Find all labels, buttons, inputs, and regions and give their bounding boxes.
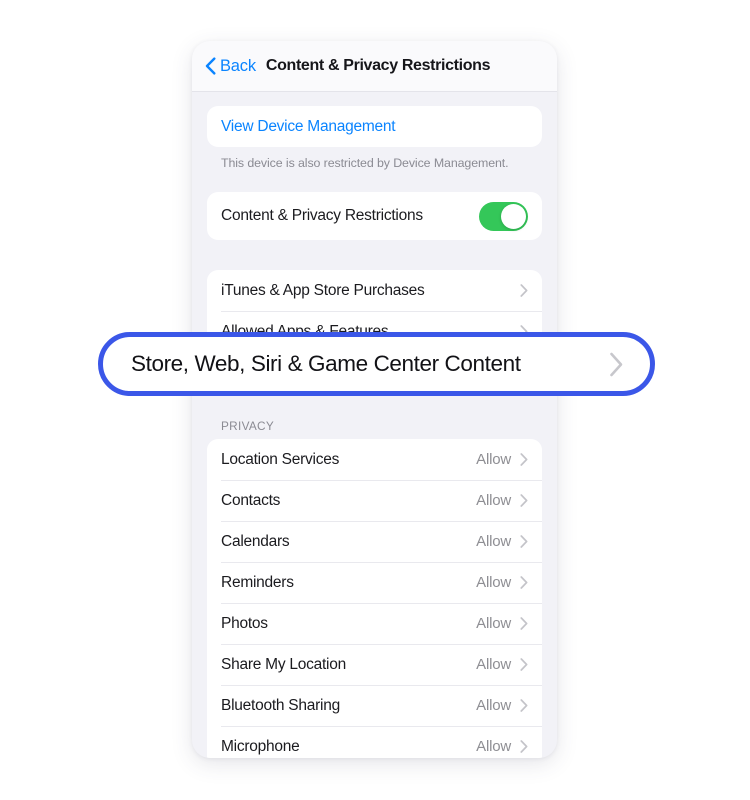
row-label: Microphone <box>221 737 300 755</box>
row-itunes-app-store-purchases[interactable]: iTunes & App Store Purchases <box>207 270 542 311</box>
view-device-management-label: View Device Management <box>221 117 396 135</box>
chevron-right-icon <box>520 617 528 630</box>
row-value: Allow <box>476 451 511 468</box>
chevron-right-icon <box>520 535 528 548</box>
row-location-services[interactable]: Location Services Allow <box>207 439 542 480</box>
navigation-bar: Back Content & Privacy Restrictions <box>192 41 557 92</box>
row-value: Allow <box>476 738 511 755</box>
row-value: Allow <box>476 533 511 550</box>
back-button[interactable]: Back <box>205 57 256 76</box>
row-label: iTunes & App Store Purchases <box>221 281 425 299</box>
highlighted-store-web-siri-game-center-content-button[interactable]: Store, Web, Siri & Game Center Content <box>98 332 655 396</box>
row-label: Photos <box>221 614 268 632</box>
toggle-knob <box>501 203 526 229</box>
chevron-right-icon <box>520 658 528 671</box>
row-calendars[interactable]: Calendars Allow <box>207 521 542 562</box>
row-label: Calendars <box>221 532 290 550</box>
callout-label: Store, Web, Siri & Game Center Content <box>131 351 521 376</box>
view-device-management-row[interactable]: View Device Management <box>207 106 542 147</box>
content-privacy-restrictions-toggle[interactable] <box>479 201 528 231</box>
chevron-right-icon <box>520 284 528 297</box>
back-label: Back <box>220 56 256 75</box>
content-privacy-restrictions-label: Content & Privacy Restrictions <box>221 207 423 224</box>
chevron-right-icon <box>520 699 528 712</box>
chevron-right-icon <box>520 453 528 466</box>
chevron-right-icon <box>520 576 528 589</box>
page-title: Content & Privacy Restrictions <box>265 57 491 74</box>
row-reminders[interactable]: Reminders Allow <box>207 562 542 603</box>
row-label: Share My Location <box>221 655 346 673</box>
device-management-footnote: This device is also restricted by Device… <box>221 156 509 170</box>
privacy-section-header: PRIVACY <box>221 419 275 433</box>
row-label: Bluetooth Sharing <box>221 696 340 714</box>
chevron-right-icon <box>520 740 528 753</box>
row-photos[interactable]: Photos Allow <box>207 603 542 644</box>
chevron-right-icon <box>520 494 528 507</box>
master-toggle-card: Content & Privacy Restrictions <box>207 192 542 240</box>
row-value: Allow <box>476 574 511 591</box>
row-value: Allow <box>476 656 511 673</box>
settings-content: View Device Management This device is al… <box>192 92 557 758</box>
settings-panel: Back Content & Privacy Restrictions View… <box>192 41 557 758</box>
row-value: Allow <box>476 615 511 632</box>
row-bluetooth-sharing[interactable]: Bluetooth Sharing Allow <box>207 685 542 726</box>
row-value: Allow <box>476 492 511 509</box>
chevron-left-icon <box>205 57 216 75</box>
row-label: Contacts <box>221 491 281 509</box>
chevron-right-icon <box>610 352 623 376</box>
row-value: Allow <box>476 697 511 714</box>
row-microphone[interactable]: Microphone Allow <box>207 726 542 758</box>
row-label: Reminders <box>221 573 294 591</box>
privacy-card: Location Services Allow Contacts Allow C… <box>207 439 542 758</box>
device-management-card: View Device Management <box>207 106 542 147</box>
row-label: Location Services <box>221 450 340 468</box>
page-canvas: Back Content & Privacy Restrictions View… <box>0 0 750 800</box>
row-contacts[interactable]: Contacts Allow <box>207 480 542 521</box>
row-share-my-location[interactable]: Share My Location Allow <box>207 644 542 685</box>
content-privacy-restrictions-row[interactable]: Content & Privacy Restrictions <box>207 192 542 240</box>
